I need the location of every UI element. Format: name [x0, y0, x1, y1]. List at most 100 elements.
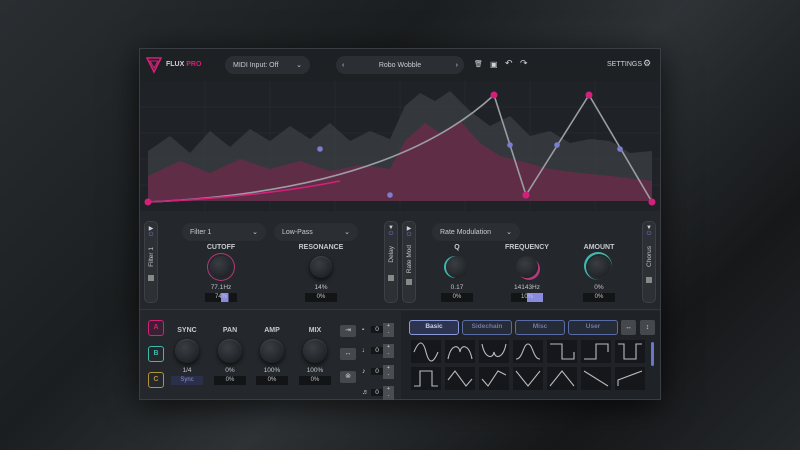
chevron-down-icon: ⌄	[506, 229, 512, 236]
side-label: Filter 1	[147, 247, 155, 267]
pan-mod-amount[interactable]: 0%	[214, 376, 246, 385]
amount-value: 0%	[594, 284, 604, 291]
gear-icon[interactable]: ⚙	[643, 58, 651, 69]
play-icon[interactable]: ▶	[403, 225, 415, 232]
side-label: Delay	[387, 246, 395, 263]
resonance-mod-amount[interactable]: 0%	[305, 293, 337, 302]
delete-icon[interactable]: 🗑	[474, 60, 483, 68]
slot-b-button[interactable]: B	[148, 346, 164, 362]
header-bar: FLUX PRO MIDI Input: Off ⌄ ‹ Robo Wobble › …	[140, 49, 660, 81]
increment-button[interactable]: +	[383, 343, 394, 351]
cutoff-knob[interactable]	[210, 256, 232, 278]
sync-knob[interactable]	[175, 339, 199, 363]
shape-grid[interactable]	[411, 340, 656, 396]
filter-select-label: Filter 1	[190, 228, 212, 236]
sync-toggle[interactable]: Sync	[171, 376, 203, 385]
chevron-down-icon: ⌄	[344, 229, 350, 236]
cutoff-value: 77.1Hz	[210, 284, 232, 291]
power-icon[interactable]: ⏻	[385, 231, 397, 238]
decrement-button[interactable]: -	[383, 371, 394, 379]
frequency-knob[interactable]	[516, 256, 538, 278]
settings-button[interactable]: SETTINGS	[607, 61, 642, 68]
filter-select[interactable]: Filter 1 ⌄	[182, 223, 266, 241]
mix-knob[interactable]	[303, 339, 327, 363]
chevron-down-icon: ⌄	[252, 229, 258, 236]
stop-icon[interactable]	[148, 274, 154, 281]
q-label: Q	[454, 244, 460, 251]
expand-horizontal-icon[interactable]: ↔	[340, 348, 356, 360]
chorus-side-panel[interactable]: ▼ ⏻ Chorus	[642, 221, 656, 303]
increment-button[interactable]: +	[383, 322, 394, 330]
next-preset-icon[interactable]: ›	[456, 62, 458, 69]
sixteenth-note-icon: ♬	[362, 389, 369, 396]
eighth-note-icon: ♪	[362, 368, 366, 375]
flux-logo-icon	[146, 57, 162, 74]
stepper-whole: 𝅝 0 + -	[362, 319, 398, 340]
scrollbar-thumb	[651, 342, 654, 366]
amount-mod-amount[interactable]: 0%	[583, 293, 615, 302]
stepper-value[interactable]: 0	[371, 368, 383, 375]
amp-mod-amount[interactable]: 0%	[256, 376, 288, 385]
delay-side-panel[interactable]: ▼ ⏻ Delay	[384, 221, 398, 303]
decrement-button[interactable]: -	[383, 329, 394, 337]
frequency-mod-amount[interactable]: 10%	[511, 293, 543, 302]
stepper-sixteenth: ♬ 0 + -	[362, 382, 398, 403]
tab-basic[interactable]: Basic	[409, 320, 459, 335]
resonance-label: RESONANCE	[298, 244, 344, 251]
stepper-value[interactable]: 0	[371, 389, 383, 396]
reset-icon[interactable]: ⊗	[340, 371, 356, 383]
note-steppers: 𝅝 0 + - ♩ 0 + - ♪ 0 + - ♬ 0 + -	[362, 319, 398, 403]
preset-name[interactable]: Robo Wobble	[344, 62, 455, 69]
q-mod-amount[interactable]: 0%	[441, 293, 473, 302]
q-knob[interactable]	[446, 256, 468, 278]
compress-icon[interactable]: ⇥	[340, 325, 356, 337]
midi-input-dropdown[interactable]: MIDI Input: Off ⌄	[225, 56, 310, 74]
stop-icon[interactable]	[388, 274, 394, 281]
cutoff-mod-amount[interactable]: 74%	[205, 293, 237, 302]
decrement-button[interactable]: -	[383, 350, 394, 358]
filter1-side-panel[interactable]: ▶ ⏻ Filter 1	[144, 221, 158, 303]
preset-browser: ‹ Robo Wobble ›	[336, 56, 464, 74]
frequency-label: FREQUENCY	[505, 244, 549, 251]
redo-icon[interactable]: ↷	[520, 58, 528, 69]
lfo-graph[interactable]	[140, 81, 660, 211]
rate-modulation-select[interactable]: Rate Modulation ⌄	[432, 223, 520, 241]
tab-misc[interactable]: Misc	[515, 320, 565, 335]
amp-knob[interactable]	[260, 339, 284, 363]
filter-type-select[interactable]: Low-Pass ⌄	[274, 223, 358, 241]
power-icon[interactable]: ⏻	[643, 231, 655, 238]
chevron-down-icon: ⌄	[296, 62, 302, 69]
flip-horizontal-icon[interactable]: ↔	[621, 320, 636, 335]
shape-library: Basic Sidechain Misc User ↔ ↕	[401, 311, 660, 399]
decrement-button[interactable]: -	[383, 392, 394, 400]
stepper-value[interactable]: 0	[371, 347, 383, 354]
resonance-knob[interactable]	[310, 256, 332, 278]
amount-knob[interactable]	[588, 256, 610, 278]
stop-icon[interactable]	[406, 279, 412, 286]
undo-icon[interactable]: ↶	[505, 58, 513, 69]
half-note-icon: ♩	[362, 347, 369, 354]
stepper-value[interactable]: 0	[371, 326, 383, 333]
ratemod-side-panel[interactable]: ▶ ⏻ Rate Mod	[402, 221, 416, 303]
pan-knob[interactable]	[218, 339, 242, 363]
frequency-value: 14143Hz	[513, 284, 541, 291]
power-icon[interactable]: ⏻	[145, 232, 157, 239]
mix-mod-amount[interactable]: 0%	[299, 376, 331, 385]
filter-type-label: Low-Pass	[282, 228, 313, 236]
midi-label: MIDI Input: Off	[233, 61, 279, 69]
power-icon[interactable]: ⏻	[403, 232, 415, 239]
increment-button[interactable]: +	[383, 385, 394, 393]
stop-icon[interactable]	[646, 276, 652, 283]
side-label: Chorus	[645, 246, 653, 267]
increment-button[interactable]: +	[383, 364, 394, 372]
flip-vertical-icon[interactable]: ↕	[640, 320, 655, 335]
play-icon[interactable]: ▶	[145, 225, 157, 232]
plugin-window: FLUX PRO MIDI Input: Off ⌄ ‹ Robo Wobble › …	[139, 48, 661, 400]
divider	[140, 309, 660, 310]
amount-label: AMOUNT	[583, 244, 615, 251]
tab-user[interactable]: User	[568, 320, 618, 335]
save-icon[interactable]: ▣	[490, 60, 498, 69]
slot-c-button[interactable]: C	[148, 372, 164, 388]
tab-sidechain[interactable]: Sidechain	[462, 320, 512, 335]
logo-accent: PRO	[186, 61, 202, 68]
